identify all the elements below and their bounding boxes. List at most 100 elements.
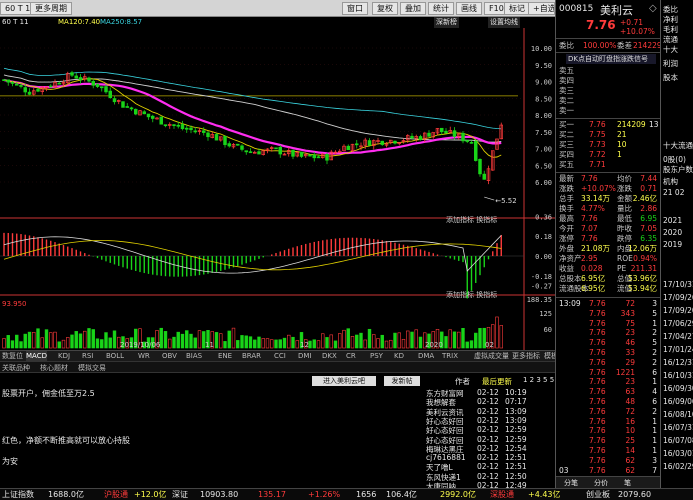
date-label: 11 (205, 341, 214, 349)
indicator-tab[interactable]: ENE (218, 351, 232, 361)
indicator-tab[interactable]: DMA (418, 351, 434, 361)
volume-bar (180, 333, 185, 349)
page-nav[interactable]: 1 2 3 5 5 (523, 376, 554, 384)
vol-add-indicator[interactable]: 添加指标 换指标 (446, 290, 497, 300)
candle-body (163, 124, 168, 127)
indicator-tab[interactable]: BRAR (242, 351, 261, 361)
f10-item[interactable]: 2021 (663, 216, 682, 225)
indicator-tab[interactable]: TRIX (442, 351, 458, 361)
f10-item[interactable]: 十大流通 (663, 140, 693, 151)
volume-bar (380, 334, 384, 349)
f10-item[interactable]: 股东户数 (663, 164, 693, 175)
toolbar-mark[interactable]: 标记 (504, 2, 530, 15)
deep-rank-button[interactable]: 深新榜 (434, 17, 459, 28)
f10-item[interactable]: 机构 (663, 176, 678, 187)
tab-core-topics[interactable]: 核心题材 (40, 363, 68, 373)
price-tick-label: 7.00 (535, 146, 552, 154)
tick-row: 13:09 7.76 72 3 (559, 299, 657, 308)
indicator-tab[interactable]: BIAS (186, 351, 202, 361)
indicator-tab[interactable]: CCI (274, 351, 286, 361)
candle-body (125, 106, 129, 108)
indicator-tab[interactable]: WR (138, 351, 150, 361)
new-post-button[interactable]: 发新帖 (384, 376, 420, 386)
post-author[interactable]: cj7616881 (426, 453, 466, 462)
indicator-tab[interactable]: 虚拟成交量 (474, 351, 509, 361)
ask-row: 卖二 (559, 96, 574, 105)
volume-bar (87, 328, 91, 349)
price-tick-label: 8.50 (535, 95, 552, 103)
indicator-tab[interactable]: DKX (322, 351, 337, 361)
toolbar-fuquan[interactable]: 复权 (372, 2, 398, 15)
ma120-value: MA120:7.40 (58, 18, 101, 26)
candle-body (469, 142, 474, 144)
macd-add-indicator[interactable]: 添加指标 换指标 (446, 215, 497, 225)
toolbar-stats[interactable]: 统计 (428, 2, 454, 15)
indicator-tab[interactable]: CR (346, 351, 356, 361)
candle-body (57, 82, 61, 85)
toolbar-add-fav[interactable]: +自选 (528, 2, 555, 15)
kline-chart[interactable]: 10.00 9.50 9.00 8.50 8.00 7.50 7.00 6.50 6.00 ←5.… (0, 28, 555, 350)
candle-body (27, 91, 32, 95)
toolbar-window[interactable]: 窗口 (342, 2, 368, 15)
date-label: 02 (485, 341, 494, 349)
date-label: 2019/10/06 (120, 341, 161, 349)
tab-fenbi[interactable]: 分笔 (564, 478, 578, 488)
stock-code: 000815 (559, 4, 594, 14)
volume-bar (44, 329, 49, 349)
indicator-tab[interactable]: 数复位 (2, 351, 23, 361)
indicator-tab[interactable]: 更多指标 (512, 351, 540, 361)
f10-item[interactable]: 2020 (663, 228, 682, 237)
f10-item[interactable]: 2019 (663, 240, 682, 249)
volume-bar (333, 340, 338, 349)
f10-item[interactable]: 股本 (663, 72, 678, 83)
volume-bar (163, 331, 168, 349)
set-ma-button[interactable]: 设置均线 (488, 17, 520, 28)
tab-related[interactable]: 关联品种 (2, 363, 30, 373)
volume-bar (312, 339, 316, 349)
vol-tick-label: 60 (544, 326, 552, 334)
indicator-tab[interactable]: MACD (26, 351, 47, 361)
indicator-tab[interactable]: DMI (298, 351, 312, 361)
price-tick-label: 6.00 (535, 179, 552, 187)
news-line-2[interactable]: 红色，净额不断推高就可以放心持股 (2, 435, 130, 446)
f10-item[interactable]: 利润 (663, 58, 678, 69)
volume-bar (104, 332, 108, 349)
dk-alert-banner[interactable]: DK点自动盯盘指涨跌信号 (566, 54, 656, 64)
news-line-3[interactable]: 为安 (2, 456, 18, 467)
tab-bi[interactable]: 笔 (624, 478, 631, 488)
tab-fenjia[interactable]: 分价 (594, 478, 608, 488)
f10-item[interactable]: 十大 (663, 44, 678, 55)
tab-sim-trade[interactable]: 模拟交易 (78, 363, 106, 373)
toolbar-overlay[interactable]: 叠加 (400, 2, 426, 15)
indicator-tab[interactable]: PSY (370, 351, 383, 361)
more-period-button[interactable]: 更多周期 (30, 2, 72, 15)
post-time: 12:59 (505, 425, 527, 435)
volume-bar (91, 329, 95, 349)
vol-tick-label: 125 (539, 310, 552, 318)
status-item: 2992.0亿 (440, 490, 476, 499)
candle-body (91, 81, 95, 86)
col-last-update[interactable]: 最后更新 (482, 376, 512, 387)
vol-value: 93.950 (2, 300, 27, 308)
candle-body (2, 79, 6, 82)
news-line-1[interactable]: 股票开户，佣金低至万2.5 (2, 388, 95, 399)
candle-body (206, 132, 210, 138)
indicator-tab[interactable]: RSI (82, 351, 93, 361)
f10-date: 17/10/31 (663, 280, 693, 289)
ma-label: 60 T 11 (2, 18, 29, 26)
candle-body (78, 77, 83, 81)
tick-row: 7.76 10 1 (589, 426, 657, 436)
candle-body (291, 149, 295, 157)
enter-forum-button[interactable]: 进入美利云吧 (312, 376, 376, 386)
f10-item[interactable]: 21 02 (663, 188, 684, 197)
indicator-tab[interactable]: KDJ (58, 351, 70, 361)
f10-date: 17/09/20 (663, 306, 693, 315)
indicator-tab[interactable]: BOLL (106, 351, 124, 361)
status-item: +1.26% (308, 490, 341, 499)
indicator-tab[interactable]: OBV (162, 351, 177, 361)
toolbar-draw[interactable]: 画线 (456, 2, 482, 15)
volume-bar (418, 336, 423, 349)
tick-row: 7.76 14 1 (589, 446, 657, 455)
indicator-tab[interactable]: KD (394, 351, 404, 361)
options-icon[interactable]: ◇ (649, 3, 657, 14)
